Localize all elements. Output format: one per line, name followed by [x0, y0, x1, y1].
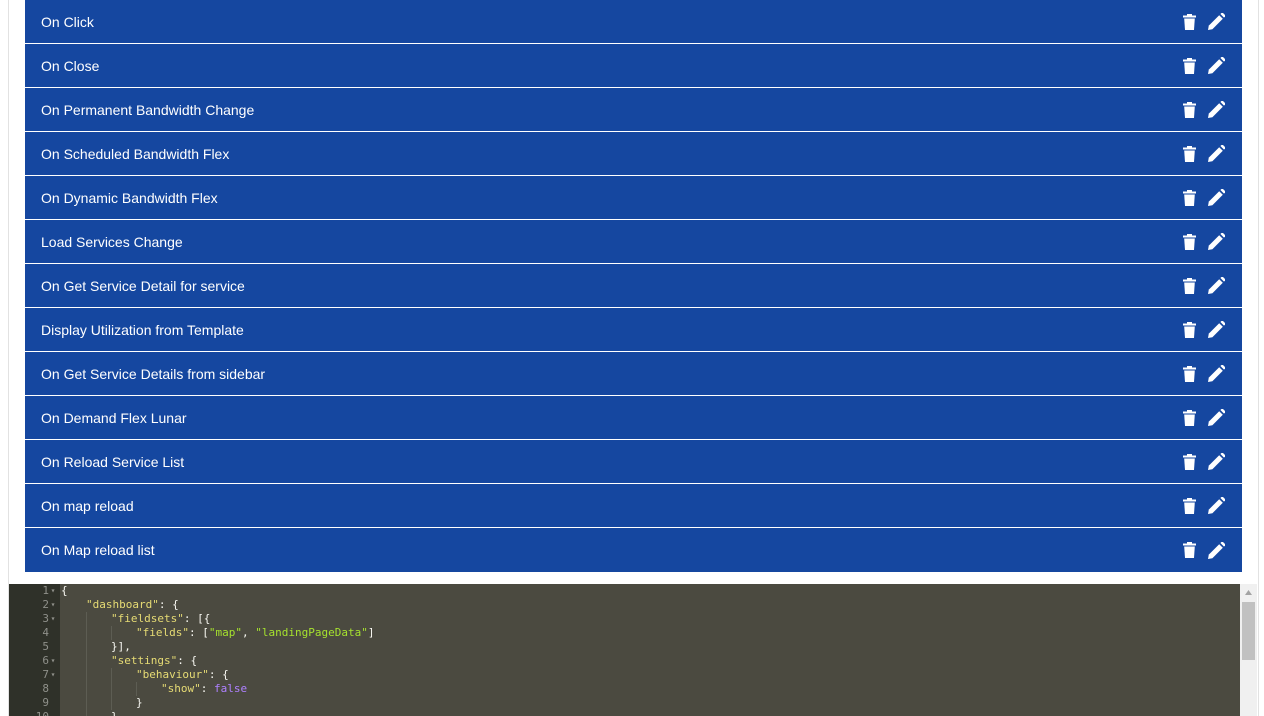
trash-icon[interactable] [1180, 188, 1198, 208]
event-row[interactable]: On Scheduled Bandwidth Flex [25, 132, 1242, 176]
event-label: On Get Service Details from sidebar [41, 365, 266, 382]
fold-arrow-icon[interactable]: ▾ [49, 584, 57, 598]
trash-icon[interactable] [1180, 452, 1198, 472]
editor-code[interactable]: { "dashboard": { "fieldsets": [{ "fields… [60, 584, 1240, 716]
code-line: { [61, 584, 68, 597]
row-actions [1180, 232, 1242, 252]
pencil-icon[interactable] [1207, 320, 1225, 340]
event-label: On Close [41, 57, 100, 74]
editor-scrollbar[interactable] [1240, 584, 1257, 716]
event-row[interactable]: Load Services Change [25, 220, 1242, 264]
row-actions [1180, 320, 1242, 340]
event-row[interactable]: On Demand Flex Lunar [25, 396, 1242, 440]
event-row[interactable]: On Get Service Detail for service [25, 264, 1242, 308]
code-line: "fields": ["map", "landingPageData"] [61, 626, 1240, 640]
row-actions [1180, 56, 1242, 76]
pencil-icon[interactable] [1207, 364, 1225, 384]
event-label: On Permanent Bandwidth Change [41, 101, 255, 118]
trash-icon[interactable] [1180, 56, 1198, 76]
code-line: "behaviour": { [61, 668, 1240, 682]
pencil-icon[interactable] [1207, 12, 1225, 32]
trash-icon[interactable] [1180, 496, 1198, 516]
pencil-icon[interactable] [1207, 408, 1225, 428]
fold-arrow-icon[interactable]: ▾ [49, 654, 57, 668]
code-line: "settings": { [61, 654, 1240, 668]
code-line: "dashboard": { [86, 598, 179, 611]
event-row[interactable]: On Permanent Bandwidth Change [25, 88, 1242, 132]
row-actions [1180, 408, 1242, 428]
event-label: On Demand Flex Lunar [41, 409, 187, 426]
pencil-icon[interactable] [1207, 540, 1225, 560]
event-label: Load Services Change [41, 233, 183, 250]
row-actions [1180, 364, 1242, 384]
trash-icon[interactable] [1180, 408, 1198, 428]
row-actions [1180, 496, 1242, 516]
trash-icon[interactable] [1180, 540, 1198, 560]
code-line: }, [61, 710, 1240, 716]
line-number: 7 ▾ [42, 668, 57, 682]
event-list: On Click On Close On Permanent Bandwidth C… [25, 0, 1242, 572]
event-label: On map reload [41, 497, 134, 514]
pencil-icon[interactable] [1207, 56, 1225, 76]
event-label: On Dynamic Bandwidth Flex [41, 189, 218, 206]
pencil-icon[interactable] [1207, 452, 1225, 472]
scroll-up-icon[interactable] [1240, 584, 1257, 601]
pencil-icon[interactable] [1207, 232, 1225, 252]
row-actions [1180, 100, 1242, 120]
event-label: On Reload Service List [41, 453, 185, 470]
event-row[interactable]: On Close [25, 44, 1242, 88]
event-row[interactable]: Display Utilization from Template [25, 308, 1242, 352]
scrollbar-thumb[interactable] [1242, 602, 1255, 660]
event-label: On Click [41, 13, 94, 30]
trash-icon[interactable] [1180, 364, 1198, 384]
code-line: "fieldsets": [{ [61, 612, 1240, 626]
fold-arrow-icon[interactable]: ▾ [49, 612, 57, 626]
event-row[interactable]: On Reload Service List [25, 440, 1242, 484]
event-row[interactable]: On map reload [25, 484, 1242, 528]
pencil-icon[interactable] [1207, 276, 1225, 296]
code-editor[interactable]: 1▾ 2▾ 3▾ 4 5 6▾ 7▾ 8 9 10 { "dashboard":… [9, 584, 1257, 716]
pencil-icon[interactable] [1207, 100, 1225, 120]
trash-icon[interactable] [1180, 320, 1198, 340]
trash-icon[interactable] [1180, 276, 1198, 296]
line-number: 10 [9, 710, 60, 716]
code-line: "show": false [61, 682, 1240, 696]
pencil-icon[interactable] [1207, 496, 1225, 516]
fold-arrow-icon[interactable]: ▾ [49, 668, 57, 682]
event-row[interactable]: On Get Service Details from sidebar [25, 352, 1242, 396]
line-number: 4 [42, 626, 49, 639]
trash-icon[interactable] [1180, 232, 1198, 252]
code-line: }], [61, 640, 1240, 654]
line-number: 8 [42, 682, 49, 695]
row-actions [1180, 540, 1242, 560]
row-actions [1180, 144, 1242, 164]
line-number: 1 ▾ [42, 584, 57, 598]
line-number: 6 ▾ [42, 654, 57, 668]
trash-icon[interactable] [1180, 100, 1198, 120]
line-number: 2 ▾ [42, 598, 57, 612]
line-number: 3 ▾ [42, 612, 57, 626]
pencil-icon[interactable] [1207, 188, 1225, 208]
row-actions [1180, 276, 1242, 296]
row-actions [1180, 452, 1242, 472]
event-label: Display Utilization from Template [41, 321, 244, 338]
line-number: 9 [42, 696, 49, 709]
row-actions [1180, 188, 1242, 208]
event-row[interactable]: On Click [25, 0, 1242, 44]
event-label: On Map reload list [41, 542, 155, 558]
event-label: On Scheduled Bandwidth Flex [41, 145, 230, 162]
event-row[interactable]: On Dynamic Bandwidth Flex [25, 176, 1242, 220]
event-row[interactable]: On Map reload list [25, 528, 1242, 572]
event-label: On Get Service Detail for service [41, 277, 245, 294]
pencil-icon[interactable] [1207, 144, 1225, 164]
row-actions [1180, 12, 1242, 32]
trash-icon[interactable] [1180, 12, 1198, 32]
editor-gutter: 1▾ 2▾ 3▾ 4 5 6▾ 7▾ 8 9 10 [9, 584, 60, 716]
code-line: } [61, 696, 1240, 710]
fold-arrow-icon[interactable]: ▾ [49, 598, 57, 612]
trash-icon[interactable] [1180, 144, 1198, 164]
line-number: 5 [42, 640, 49, 653]
